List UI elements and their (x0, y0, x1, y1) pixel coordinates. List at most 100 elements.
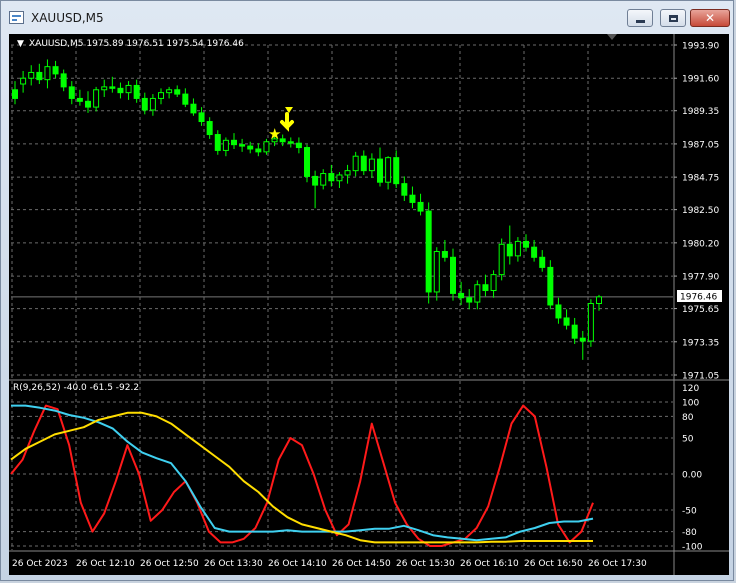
candle-body (523, 240, 529, 248)
candle (482, 274, 489, 297)
candle (433, 247, 440, 301)
candle (28, 65, 35, 86)
quick-menu-arrow-icon[interactable]: ▼ (17, 39, 24, 49)
indicator-level-label: 50 (682, 435, 694, 445)
candle (133, 79, 140, 103)
time-tick-label: 26 Oct 16:50 (524, 559, 583, 569)
candle (450, 248, 456, 301)
candle-body (198, 112, 205, 123)
candle-body (133, 84, 140, 99)
candle (466, 289, 473, 310)
candle (498, 238, 505, 281)
candle-body (344, 170, 351, 176)
candle (287, 137, 294, 148)
indicator-level-label: 80 (682, 413, 694, 423)
close-button[interactable]: ✕ (690, 9, 730, 27)
candle-body (101, 86, 108, 91)
price-tick-label: 1973.35 (682, 338, 719, 348)
time-tick-label: 26 Oct 16:10 (460, 559, 519, 569)
time-tick-label: 26 Oct 13:30 (204, 559, 263, 569)
candle-body (587, 303, 594, 342)
candle-body (117, 87, 124, 94)
chart-shift-marker-icon[interactable] (607, 34, 617, 40)
candle-body (368, 158, 375, 172)
candle-body (320, 173, 327, 186)
candle (149, 94, 156, 116)
candle (12, 81, 18, 105)
price-tick-label: 1984.75 (682, 174, 719, 184)
candle-body (425, 210, 432, 293)
candle-body (44, 66, 51, 81)
candle-body (441, 251, 448, 258)
candle (474, 280, 481, 310)
candle (352, 151, 359, 177)
candle (125, 81, 132, 100)
candle-body (360, 155, 367, 172)
candle (409, 186, 416, 209)
candle (328, 164, 335, 187)
candle (458, 281, 465, 305)
candle-body (28, 71, 35, 79)
candle-body (206, 121, 213, 136)
candle (401, 176, 408, 201)
candle (506, 225, 513, 265)
candle-body (190, 103, 197, 114)
time-tick-label: 26 Oct 12:10 (76, 559, 135, 569)
candle-body (328, 173, 335, 182)
minimize-icon (628, 10, 652, 26)
candle-body (141, 97, 148, 111)
candle-body (312, 175, 319, 186)
candle-body (401, 183, 408, 196)
candle (417, 193, 424, 216)
indicator-level-label: 120 (682, 384, 699, 394)
candle (190, 98, 197, 116)
candle (393, 150, 400, 188)
title-bar[interactable]: XAUUSD,M5 ✕ (1, 1, 733, 35)
candle-body (385, 157, 392, 183)
price-tick-label: 1977.90 (682, 273, 719, 283)
candle (44, 59, 51, 89)
candle (60, 69, 67, 92)
candle-body (295, 142, 302, 149)
candle (52, 60, 59, 79)
indicator-header: R(9,26,52) -40.0 -61.5 -92.2 (13, 383, 139, 393)
candle-body (125, 84, 132, 94)
candle (206, 117, 213, 139)
candle (222, 137, 229, 157)
candle (166, 86, 173, 99)
candle (214, 130, 221, 155)
candle (231, 133, 237, 149)
time-tick-label: 26 Oct 12:50 (140, 559, 199, 569)
candle-body (304, 147, 310, 177)
candle (344, 164, 351, 184)
candle-body (36, 71, 43, 81)
minimize-button[interactable] (627, 9, 653, 27)
candle (336, 172, 343, 188)
candle-body (490, 274, 497, 292)
candle-body (158, 92, 164, 99)
maximize-button[interactable] (660, 9, 686, 27)
candle-body (109, 86, 116, 89)
candle-body (417, 201, 424, 212)
candle (93, 86, 100, 112)
candle (587, 299, 594, 347)
candle (377, 147, 383, 187)
chart-canvas[interactable]: 1993.90 1991.60 1989.35 1987.05 1984.75 1982.… (9, 34, 729, 575)
candle (20, 70, 27, 93)
candle-body (579, 337, 586, 342)
candle-body (433, 251, 440, 293)
chart-area[interactable]: 1993.90 1991.60 1989.35 1987.05 1984.75 1982.… (9, 34, 729, 575)
candle (255, 143, 262, 157)
indicator-line-cyan (11, 404, 594, 542)
chart-window-icon (9, 11, 24, 24)
candle-body (352, 155, 359, 172)
indicator-level-label: -80 (682, 528, 697, 538)
candle-body (174, 89, 181, 95)
candle-body (547, 266, 554, 306)
price-tick-label: 1982.50 (682, 206, 719, 216)
price-tick-label: 1993.90 (682, 42, 719, 52)
candle (174, 85, 181, 97)
candle-body (506, 243, 513, 257)
candle-body (450, 256, 456, 294)
candle (117, 82, 124, 99)
